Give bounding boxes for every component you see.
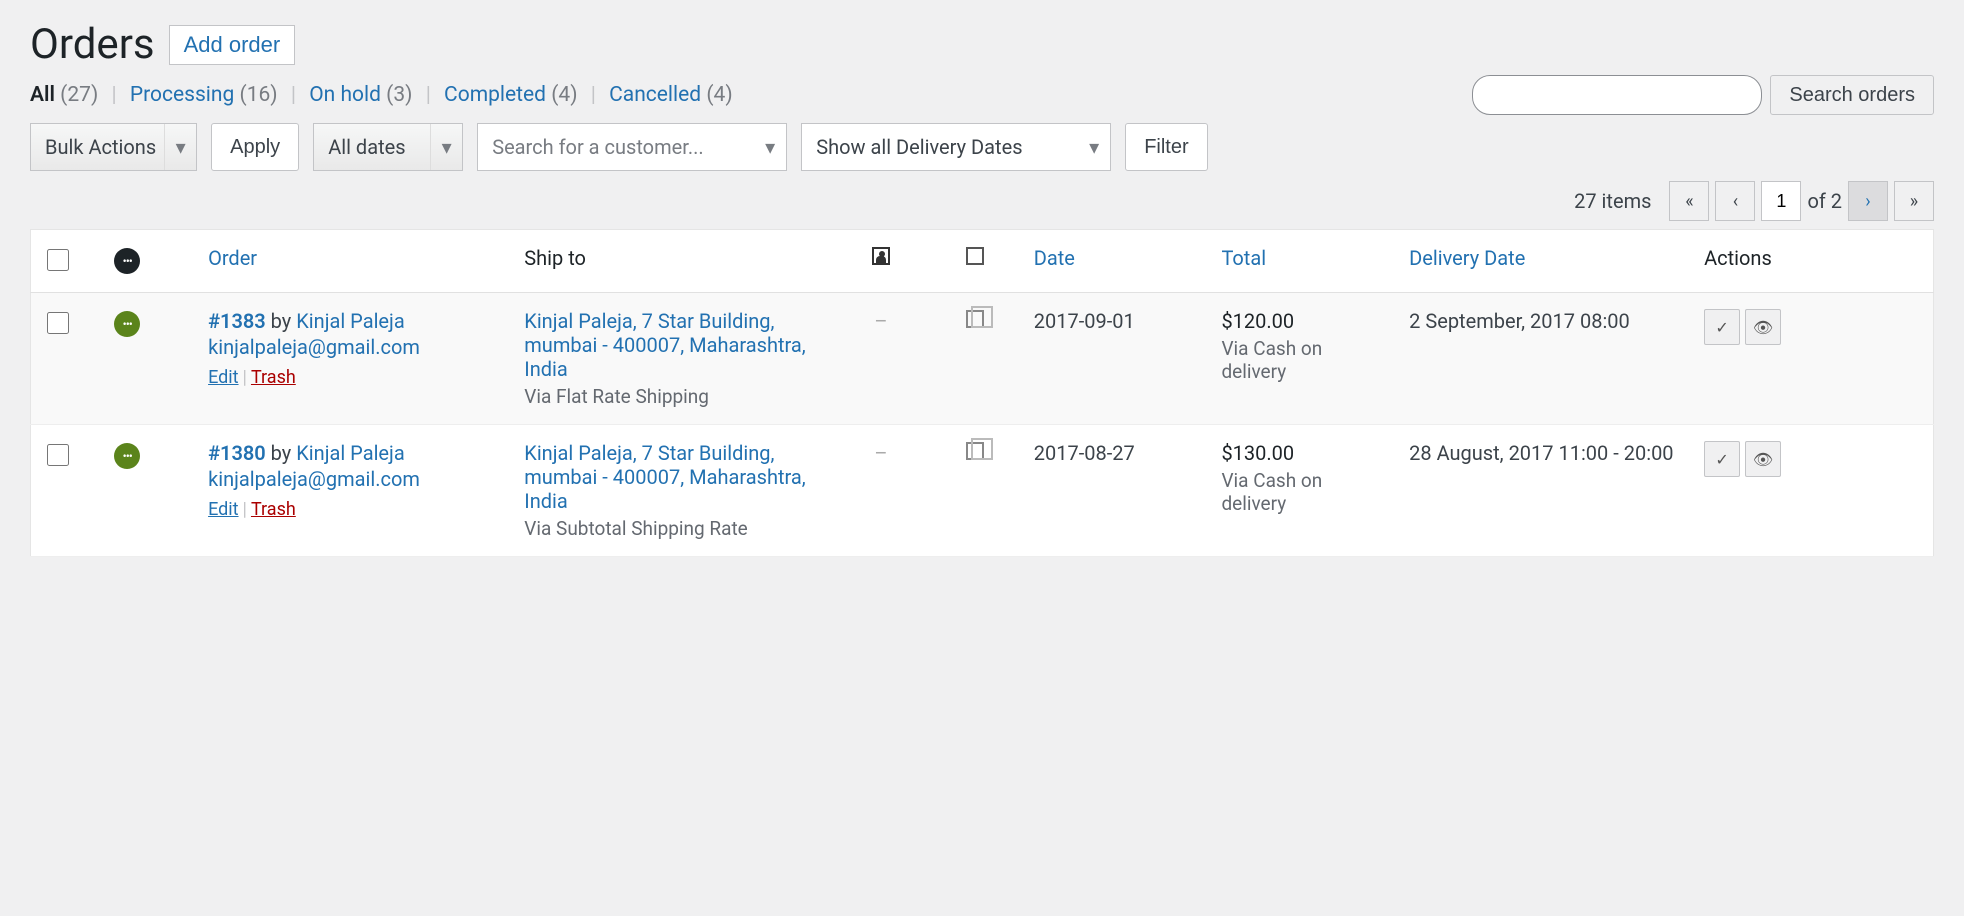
- customer-note-placeholder: –: [874, 441, 887, 465]
- filter-button[interactable]: Filter: [1125, 123, 1207, 171]
- row-edit-link[interactable]: Edit: [208, 499, 238, 520]
- column-ship-to[interactable]: Ship to: [512, 230, 834, 293]
- apply-button[interactable]: Apply: [211, 123, 299, 171]
- filter-onhold-count: (3): [386, 83, 412, 107]
- column-total[interactable]: Total: [1209, 230, 1397, 293]
- filter-processing-count: (16): [240, 83, 278, 107]
- pagination-of-label: of 2: [1807, 189, 1842, 213]
- select-all-checkbox[interactable]: [47, 249, 69, 271]
- column-customer-note-icon: [834, 230, 928, 293]
- column-delivery-date[interactable]: Delivery Date: [1397, 230, 1692, 293]
- note-stack-icon[interactable]: [966, 442, 984, 460]
- customer-search-select[interactable]: Search for a customer... ▾: [477, 123, 787, 171]
- page-title: Orders: [30, 20, 155, 69]
- order-id-link[interactable]: #1383 by Kinjal Paleja: [208, 309, 405, 333]
- ship-to-address[interactable]: Kinjal Paleja, 7 Star Building, mumbai -…: [524, 309, 805, 381]
- filter-onhold[interactable]: On hold: [309, 83, 381, 107]
- row-edit-link[interactable]: Edit: [208, 367, 238, 388]
- column-date[interactable]: Date: [1022, 230, 1210, 293]
- ship-to-address[interactable]: Kinjal Paleja, 7 Star Building, mumbai -…: [524, 441, 805, 513]
- table-row: ••• #1380 by Kinjal Paleja kinjalpaleja@…: [31, 425, 1934, 557]
- filter-all-label[interactable]: All: [30, 83, 55, 107]
- order-total: $120.00: [1221, 309, 1294, 333]
- filter-completed-count: (4): [551, 83, 577, 107]
- status-processing-icon[interactable]: •••: [114, 443, 140, 469]
- pagination-current-input[interactable]: [1761, 181, 1801, 221]
- delivery-date-label: Show all Delivery Dates: [816, 135, 1022, 159]
- view-action-button[interactable]: 👁: [1745, 309, 1781, 345]
- note-icon: [966, 247, 984, 265]
- ship-via: Via Flat Rate Shipping: [524, 385, 822, 408]
- order-email-link[interactable]: kinjalpaleja@gmail.com: [208, 335, 500, 359]
- filter-completed[interactable]: Completed: [444, 83, 546, 107]
- filter-processing[interactable]: Processing: [130, 83, 234, 107]
- delivery-date-value: 2 September, 2017 08:00: [1409, 309, 1630, 333]
- row-checkbox[interactable]: [47, 312, 69, 334]
- complete-action-button[interactable]: ✓: [1704, 441, 1740, 477]
- add-order-button[interactable]: Add order: [169, 25, 296, 65]
- row-trash-link[interactable]: Trash: [251, 367, 296, 388]
- filter-all-count: (27): [60, 83, 98, 107]
- pagination-items-count: 27 items: [1574, 189, 1651, 213]
- pagination-last[interactable]: »: [1894, 181, 1934, 221]
- bulk-actions-label: Bulk Actions: [45, 135, 156, 159]
- search-orders-input[interactable]: [1472, 75, 1762, 115]
- delivery-date-value: 28 August, 2017 11:00 - 20:00: [1409, 441, 1673, 465]
- delivery-date-select[interactable]: Show all Delivery Dates ▾: [801, 123, 1111, 171]
- pagination-next[interactable]: ›: [1848, 181, 1888, 221]
- customer-search-placeholder: Search for a customer...: [492, 135, 703, 159]
- complete-action-button[interactable]: ✓: [1704, 309, 1740, 345]
- filter-cancelled[interactable]: Cancelled: [609, 83, 701, 107]
- row-trash-link[interactable]: Trash: [251, 499, 296, 520]
- order-total: $130.00: [1221, 441, 1294, 465]
- orders-table: ••• Order Ship to Date Total Delivery Da…: [30, 229, 1934, 557]
- chevron-down-icon: ▾: [430, 124, 462, 170]
- customer-note-placeholder: –: [874, 309, 887, 333]
- note-stack-icon[interactable]: [966, 310, 984, 328]
- person-icon: [872, 247, 890, 265]
- ship-via: Via Subtotal Shipping Rate: [524, 517, 822, 540]
- order-id-link[interactable]: #1380 by Kinjal Paleja: [208, 441, 405, 465]
- chevron-down-icon: ▾: [164, 124, 196, 170]
- chevron-down-icon: ▾: [754, 124, 786, 170]
- pagination: 27 items « ‹ of 2 › »: [30, 181, 1934, 221]
- order-date: 2017-08-27: [1034, 441, 1135, 465]
- total-via: Via Cash on delivery: [1221, 337, 1385, 383]
- row-checkbox[interactable]: [47, 444, 69, 466]
- pagination-prev[interactable]: ‹: [1715, 181, 1755, 221]
- column-actions: Actions: [1692, 230, 1933, 293]
- search-orders-button[interactable]: Search orders: [1770, 75, 1934, 115]
- status-header-icon: •••: [114, 248, 140, 274]
- pagination-first[interactable]: «: [1669, 181, 1709, 221]
- column-order[interactable]: Order: [196, 230, 512, 293]
- date-filter-select[interactable]: All dates ▾: [313, 123, 463, 171]
- column-order-note-icon: [928, 230, 1022, 293]
- chevron-down-icon: ▾: [1078, 124, 1110, 170]
- order-email-link[interactable]: kinjalpaleja@gmail.com: [208, 467, 500, 491]
- status-processing-icon[interactable]: •••: [114, 311, 140, 337]
- table-row: ••• #1383 by Kinjal Paleja kinjalpaleja@…: [31, 293, 1934, 425]
- view-action-button[interactable]: 👁: [1745, 441, 1781, 477]
- filter-cancelled-count: (4): [706, 83, 732, 107]
- bulk-actions-select[interactable]: Bulk Actions ▾: [30, 123, 197, 171]
- total-via: Via Cash on delivery: [1221, 469, 1385, 515]
- date-filter-label: All dates: [328, 135, 405, 159]
- order-date: 2017-09-01: [1034, 309, 1135, 333]
